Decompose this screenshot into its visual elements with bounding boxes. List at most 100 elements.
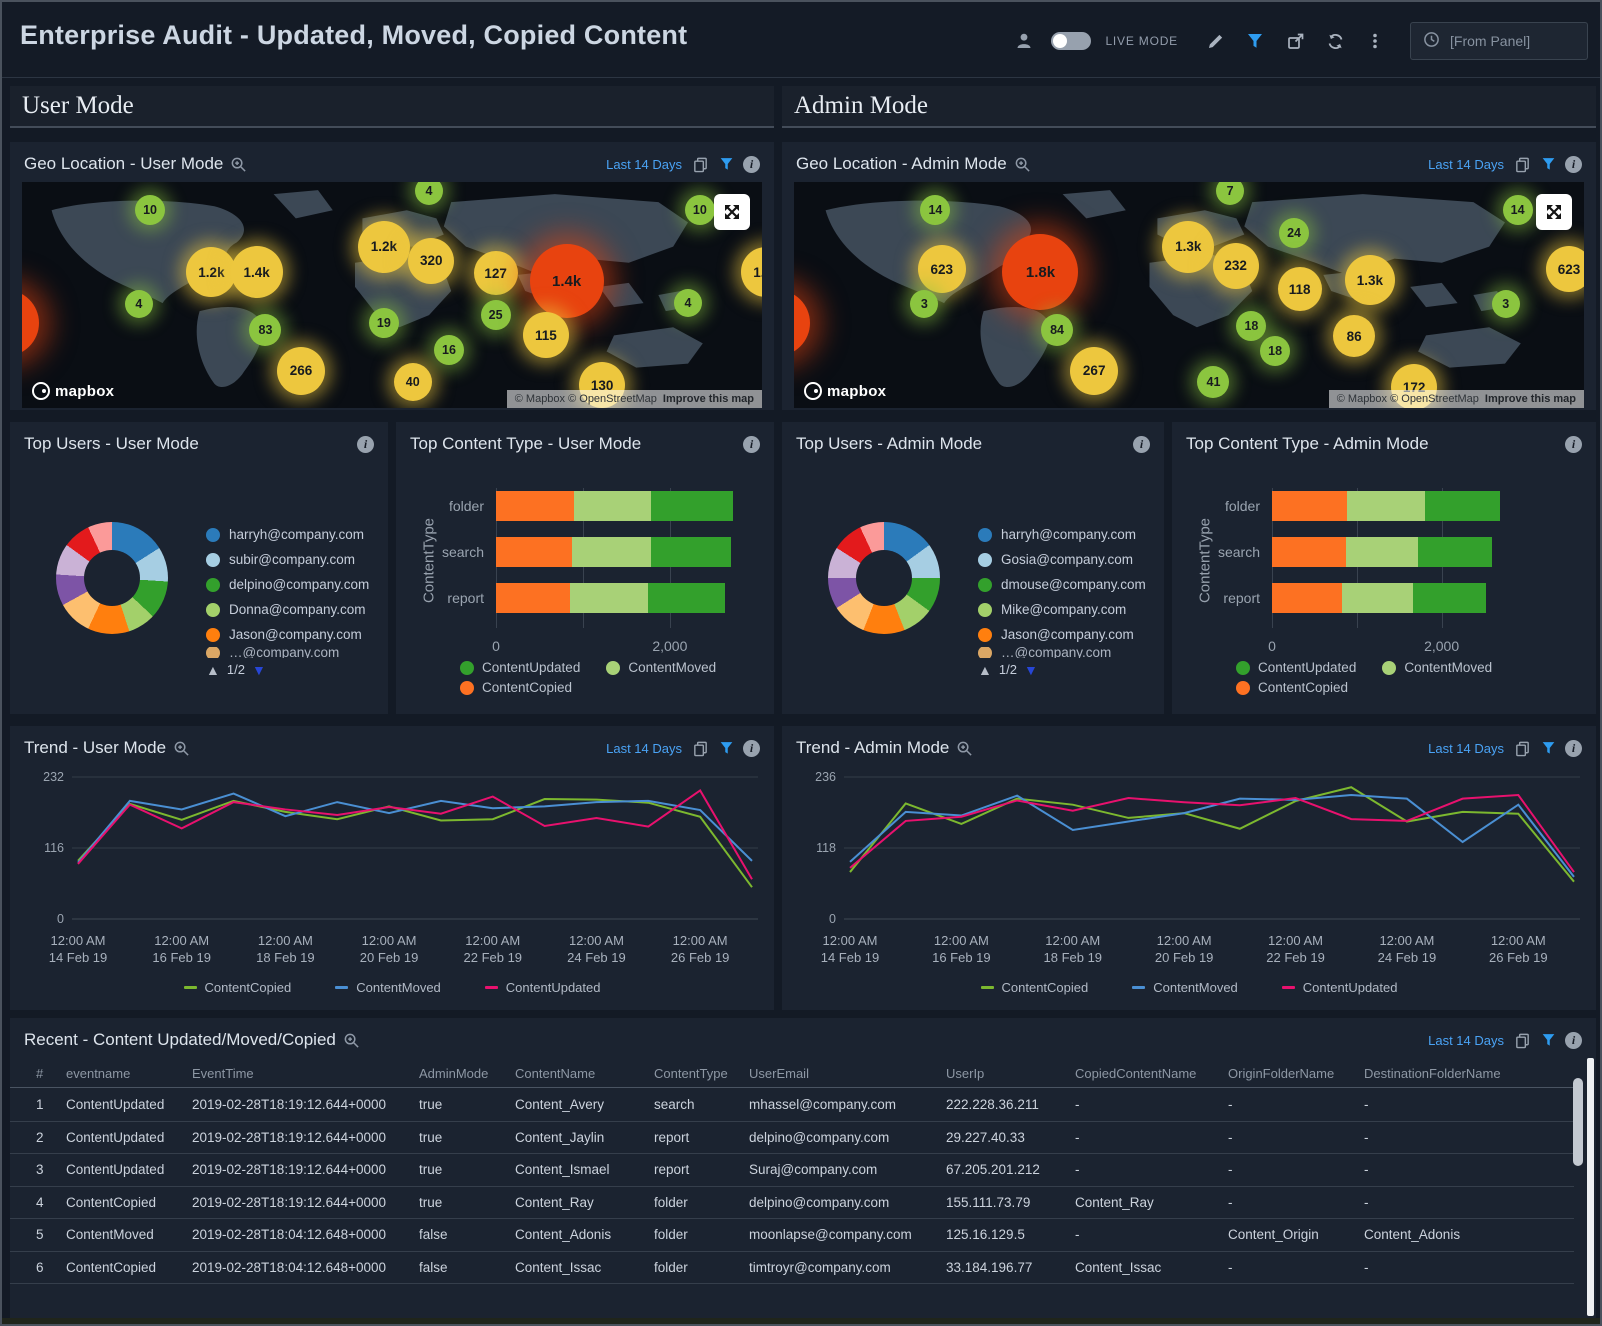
info-icon[interactable]: i <box>1565 740 1582 757</box>
table-row[interactable]: 1ContentUpdated2019-02-28T18:19:12.644+0… <box>10 1089 1574 1122</box>
bar-segment-contentmoved[interactable] <box>574 491 650 521</box>
map-bubble[interactable]: 1.8k <box>1002 234 1078 310</box>
copy-icon[interactable] <box>691 739 709 757</box>
bar-segment-contentmoved[interactable] <box>1342 583 1413 613</box>
map-bubble[interactable]: 4 <box>125 290 153 318</box>
bar-segment-contentcopied[interactable] <box>496 537 572 567</box>
map-bubble[interactable]: 1.4k <box>530 244 604 318</box>
filter-icon[interactable] <box>1242 28 1268 54</box>
map-bubble[interactable]: 115 <box>523 312 569 358</box>
map-bubble[interactable]: 18 <box>1236 311 1266 341</box>
info-icon[interactable]: i <box>743 156 760 173</box>
zoom-in-icon[interactable] <box>956 740 973 757</box>
panel-filter-icon[interactable] <box>718 156 734 172</box>
pager-up-icon[interactable]: ▲ <box>978 663 992 677</box>
map-bubble[interactable]: 320 <box>408 238 454 284</box>
map-bubble[interactable]: 232 <box>1213 243 1259 289</box>
pager-up-icon[interactable]: ▲ <box>206 663 220 677</box>
time-range-link[interactable]: Last 14 Days <box>1428 1033 1504 1048</box>
map-bubble[interactable]: 1.2k <box>186 247 236 297</box>
live-mode-toggle[interactable] <box>1051 32 1091 50</box>
bar-segment-contentcopied[interactable] <box>496 583 570 613</box>
pager-down-icon[interactable]: ▼ <box>1024 663 1038 677</box>
copy-icon[interactable] <box>691 155 709 173</box>
info-icon[interactable]: i <box>743 436 760 453</box>
bar-segment-contentmoved[interactable] <box>570 583 648 613</box>
map-bubble[interactable]: 86 <box>1333 315 1375 357</box>
time-range-link[interactable]: Last 14 Days <box>1428 157 1504 172</box>
map-bubble[interactable]: 3 <box>910 290 938 318</box>
bar-segment-contentupdated[interactable] <box>1418 537 1493 567</box>
copy-icon[interactable] <box>1513 1031 1531 1049</box>
time-range-link[interactable]: Last 14 Days <box>606 157 682 172</box>
map-bubble[interactable]: 127 <box>474 251 518 295</box>
map-bubble[interactable]: 1.4k <box>231 246 283 298</box>
map-bubble[interactable]: 3 <box>1492 290 1520 318</box>
info-icon[interactable]: i <box>743 740 760 757</box>
bar-segment-contentupdated[interactable] <box>648 583 725 613</box>
bar-segment-contentcopied[interactable] <box>1272 583 1342 613</box>
time-range-link[interactable]: Last 14 Days <box>1428 741 1504 756</box>
copy-icon[interactable] <box>1513 739 1531 757</box>
panel-filter-icon[interactable] <box>1540 1032 1556 1048</box>
zoom-in-icon[interactable] <box>343 1032 360 1049</box>
table-row[interactable]: 3ContentUpdated2019-02-28T18:19:12.644+0… <box>10 1154 1574 1187</box>
mapbox-logo[interactable]: mapbox <box>804 382 886 400</box>
info-icon[interactable]: i <box>1565 1032 1582 1049</box>
map-expand-button[interactable] <box>714 194 750 230</box>
info-icon[interactable]: i <box>357 436 374 453</box>
bar-segment-contentmoved[interactable] <box>1347 491 1425 521</box>
map-bubble[interactable]: 18 <box>1260 336 1290 366</box>
map-bubble[interactable]: 14 <box>920 195 950 225</box>
pager-down-icon[interactable]: ▼ <box>252 663 266 677</box>
map-bubble[interactable]: 40 <box>394 363 432 401</box>
map-expand-button[interactable] <box>1536 194 1572 230</box>
refresh-icon[interactable] <box>1322 28 1348 54</box>
page-scrollbar[interactable] <box>1587 1058 1594 1316</box>
info-icon[interactable]: i <box>1133 436 1150 453</box>
map-bubble[interactable]: 16 <box>434 335 464 365</box>
map-bubble[interactable]: 83 <box>249 314 281 346</box>
info-icon[interactable]: i <box>1565 436 1582 453</box>
map-bubble[interactable]: 14 <box>1503 195 1533 225</box>
donut-chart[interactable] <box>56 522 168 634</box>
zoom-in-icon[interactable] <box>1014 156 1031 173</box>
map-bubble[interactable]: 1.2k <box>358 221 410 273</box>
from-panel-input[interactable]: [From Panel] <box>1410 22 1588 60</box>
bar-segment-contentupdated[interactable] <box>651 491 734 521</box>
table-row[interactable]: 2ContentUpdated2019-02-28T18:19:12.644+0… <box>10 1122 1574 1155</box>
user-icon[interactable] <box>1011 28 1037 54</box>
map-bubble[interactable]: 1.3k <box>1345 255 1395 305</box>
table-row[interactable]: 6ContentCopied2019-02-28T18:04:12.648+00… <box>10 1252 1574 1285</box>
bar-segment-contentupdated[interactable] <box>651 537 731 567</box>
bar-segment-contentmoved[interactable] <box>1346 537 1418 567</box>
map-bubble[interactable]: 623 <box>1546 246 1584 292</box>
map-bubble[interactable]: 266 <box>277 347 325 395</box>
panel-filter-icon[interactable] <box>1540 156 1556 172</box>
table-row[interactable]: 4ContentCopied2019-02-28T18:19:12.644+00… <box>10 1187 1574 1220</box>
bar-segment-contentupdated[interactable] <box>1425 491 1500 521</box>
bar-segment-contentupdated[interactable] <box>1413 583 1486 613</box>
zoom-in-icon[interactable] <box>173 740 190 757</box>
edit-pencil-icon[interactable] <box>1202 28 1228 54</box>
bar-segment-contentcopied[interactable] <box>1272 491 1347 521</box>
mapbox-logo[interactable]: mapbox <box>32 382 114 400</box>
map-bubble[interactable]: 84 <box>1041 314 1073 346</box>
map-bubble[interactable]: 267 <box>1070 347 1118 395</box>
map-bubble[interactable]: 10 <box>685 195 715 225</box>
kebab-menu-icon[interactable] <box>1362 28 1388 54</box>
donut-chart[interactable] <box>828 522 940 634</box>
time-range-link[interactable]: Last 14 Days <box>606 741 682 756</box>
bar-segment-contentmoved[interactable] <box>572 537 650 567</box>
panel-filter-icon[interactable] <box>1540 740 1556 756</box>
table-row[interactable]: 5ContentMoved2019-02-28T18:04:12.648+000… <box>10 1219 1574 1252</box>
zoom-in-icon[interactable] <box>230 156 247 173</box>
copy-icon[interactable] <box>1513 155 1531 173</box>
map-bubble[interactable]: 25 <box>481 300 511 330</box>
map-bubble[interactable]: 1.3k <box>1162 221 1214 273</box>
map-bubble[interactable]: 118 <box>1278 267 1322 311</box>
map-bubble[interactable]: 10 <box>135 195 165 225</box>
map-bubble[interactable]: 41 <box>1197 366 1229 398</box>
bar-segment-contentcopied[interactable] <box>496 491 574 521</box>
info-icon[interactable]: i <box>1565 156 1582 173</box>
